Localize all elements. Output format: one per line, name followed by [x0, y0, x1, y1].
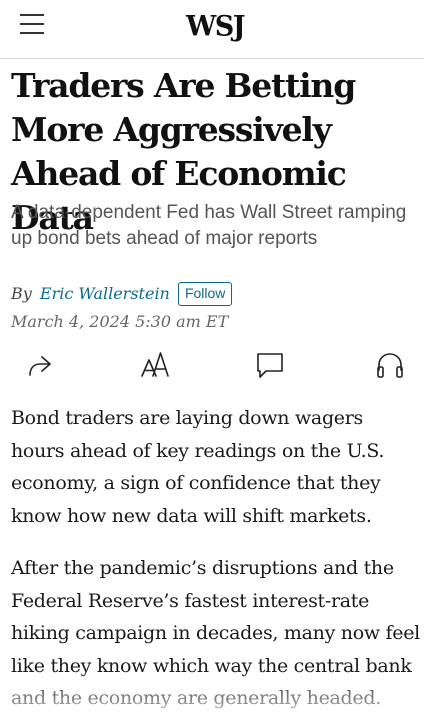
listen-icon[interactable]	[373, 348, 407, 382]
wsj-logo[interactable]: WSJ	[185, 9, 246, 45]
comment-icon[interactable]	[253, 348, 287, 382]
hamburger-menu-icon[interactable]	[20, 14, 46, 36]
author-link[interactable]: Eric Wallerstein	[40, 284, 170, 303]
dek: A data-dependent Fed has Wall Street ram…	[11, 202, 407, 249]
byline: By Eric Wallerstein Follow	[11, 282, 233, 308]
article-paragraph: Bond traders are laying down wagers hour…	[11, 407, 385, 527]
follow-button[interactable]: Follow	[177, 282, 233, 306]
text-size-icon[interactable]	[138, 348, 172, 382]
share-icon[interactable]	[23, 348, 57, 382]
publish-date: March 4, 2024 5:30 am ET	[11, 312, 229, 331]
byline-prefix: By	[11, 284, 32, 303]
article-paragraph: After the pandemic’s disruptions and the…	[11, 557, 420, 709]
top-bar: WSJ	[0, 0, 424, 59]
